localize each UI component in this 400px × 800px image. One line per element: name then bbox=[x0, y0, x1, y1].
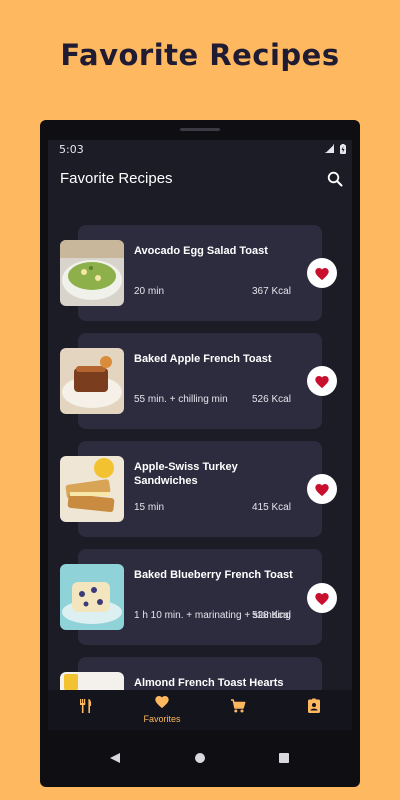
system-navigation-bar bbox=[40, 730, 360, 787]
recipe-time: 20 min bbox=[134, 286, 165, 297]
promo-headline: Favorite Recipes bbox=[60, 38, 340, 72]
recipe-time: 55 min. + chilling min bbox=[134, 394, 228, 405]
favorite-button[interactable] bbox=[307, 366, 337, 396]
home-icon[interactable] bbox=[194, 752, 206, 764]
heart-icon bbox=[315, 483, 329, 496]
favorite-button[interactable] bbox=[307, 583, 337, 613]
recipe-thumbnail bbox=[60, 564, 124, 630]
app-screen: 5:03 Favorite Recipes Avocado Egg Salad … bbox=[48, 140, 352, 730]
heart-icon bbox=[155, 695, 169, 709]
signal-icon bbox=[325, 144, 334, 153]
phone-frame: 5:03 Favorite Recipes Avocado Egg Salad … bbox=[40, 120, 360, 787]
nav-cart[interactable] bbox=[200, 690, 276, 730]
cart-icon bbox=[231, 699, 246, 713]
recipe-calories: 526 Kcal bbox=[252, 394, 291, 405]
recipe-thumbnail bbox=[60, 348, 124, 414]
status-bar: 5:03 bbox=[48, 140, 352, 160]
recipe-name: Almond French Toast Hearts bbox=[134, 677, 284, 689]
profile-icon bbox=[308, 698, 320, 713]
back-icon[interactable] bbox=[109, 752, 121, 764]
recipe-thumbnail bbox=[60, 456, 124, 522]
status-time: 5:03 bbox=[59, 143, 84, 156]
search-icon[interactable] bbox=[326, 170, 344, 188]
recents-icon[interactable] bbox=[278, 752, 290, 764]
heart-icon bbox=[315, 267, 329, 280]
battery-icon bbox=[340, 144, 346, 154]
heart-icon bbox=[315, 592, 329, 605]
recipe-list[interactable]: Avocado Egg Salad Toast 20 min 367 Kcal bbox=[48, 200, 352, 690]
page-title: Favorite Recipes bbox=[60, 170, 173, 187]
recipe-time: 15 min bbox=[134, 502, 165, 513]
phone-speaker bbox=[180, 128, 220, 131]
nav-recipes[interactable] bbox=[48, 690, 124, 730]
recipe-name: Baked Apple French Toast bbox=[134, 353, 272, 365]
recipe-thumbnail bbox=[60, 240, 124, 306]
nav-profile[interactable] bbox=[276, 690, 352, 730]
nav-favorites[interactable]: Favorites bbox=[124, 690, 200, 730]
recipe-thumbnail bbox=[60, 672, 124, 690]
nav-favorites-label: Favorites bbox=[143, 714, 181, 724]
favorite-button[interactable] bbox=[307, 474, 337, 504]
recipe-calories: 415 Kcal bbox=[252, 502, 291, 513]
restaurant-icon bbox=[80, 699, 92, 713]
bottom-navigation: Favorites bbox=[48, 690, 352, 730]
recipe-calories: 528 Kcal bbox=[252, 610, 291, 621]
favorite-button[interactable] bbox=[307, 258, 337, 288]
recipe-calories: 367 Kcal bbox=[252, 286, 291, 297]
app-bar: Favorite Recipes bbox=[48, 160, 352, 200]
recipe-name: Apple-Swiss Turkey Sandwiches bbox=[134, 461, 238, 487]
recipe-name: Baked Blueberry French Toast bbox=[134, 569, 293, 581]
heart-icon bbox=[315, 375, 329, 388]
recipe-name: Avocado Egg Salad Toast bbox=[134, 245, 268, 257]
